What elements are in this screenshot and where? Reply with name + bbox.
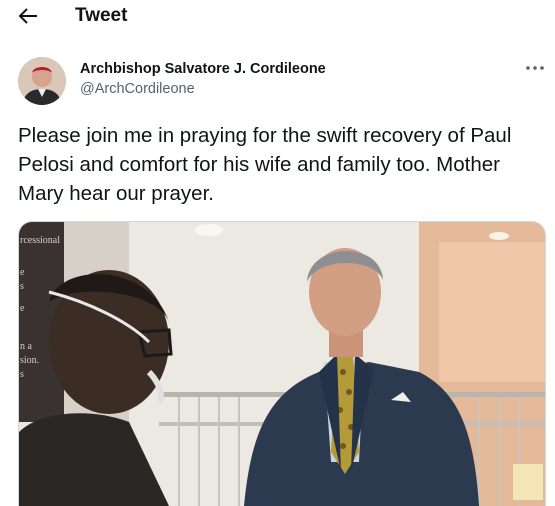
avatar[interactable] xyxy=(18,57,66,105)
sign-line: s xyxy=(20,281,24,292)
avatar-image xyxy=(18,57,66,105)
author-handle[interactable]: @ArchCordileone xyxy=(80,81,195,98)
sign-line: e xyxy=(20,267,25,278)
sign-line: e xyxy=(20,303,25,314)
sign-line: n a xyxy=(20,341,33,352)
sign-line: sion. xyxy=(20,355,39,366)
arrow-left-icon[interactable] xyxy=(17,4,39,28)
author-name[interactable]: Archbishop Salvatore J. Cordileone xyxy=(80,61,326,78)
header: Tweet xyxy=(0,0,555,34)
photo-image: rcessional e s e n a sion. s xyxy=(19,222,545,506)
sign-line: s xyxy=(20,369,24,380)
tweet-photo[interactable]: rcessional e s e n a sion. s xyxy=(18,221,546,506)
tweet-text: Please join me in praying for the swift … xyxy=(18,124,512,205)
page-title: Tweet xyxy=(75,5,128,26)
ellipsis-icon[interactable] xyxy=(524,60,546,76)
sign-line: rcessional xyxy=(20,235,60,246)
